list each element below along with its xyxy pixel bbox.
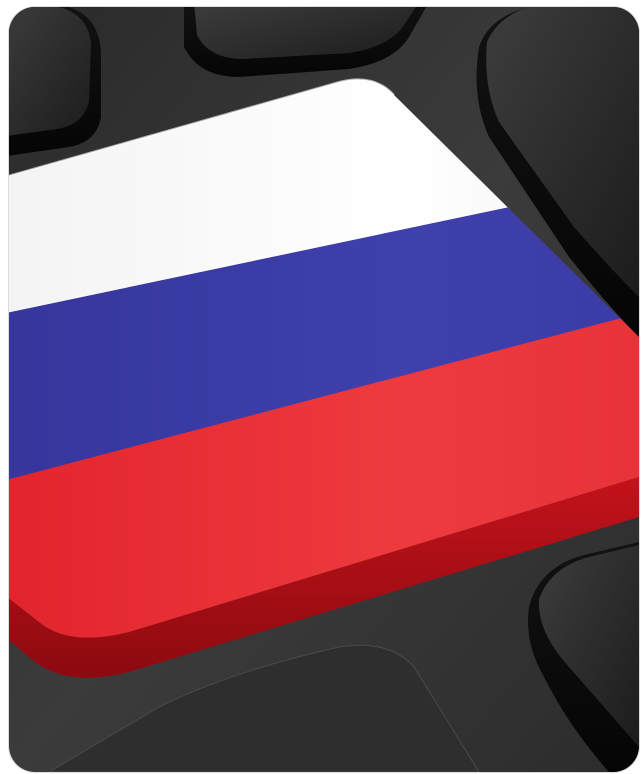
keyboard-illustration xyxy=(9,7,639,772)
keyboard-flag-photo xyxy=(9,7,639,772)
keyboard-key-top-left xyxy=(9,7,101,156)
image-frame xyxy=(0,0,641,774)
